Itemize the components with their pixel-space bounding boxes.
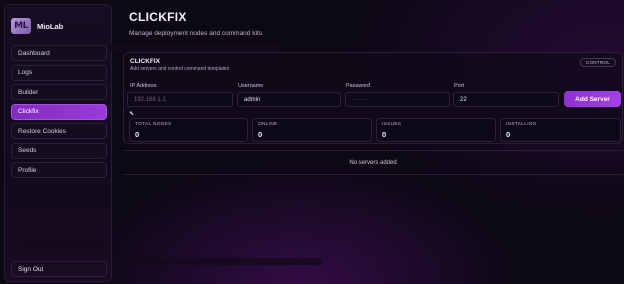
password-label: Password xyxy=(346,83,371,89)
page-title: CLICKFIX xyxy=(129,10,187,24)
stat-value: 0 xyxy=(258,130,263,139)
stat-total-nodes: TOTAL NODES 0 xyxy=(129,118,248,142)
empty-state: No servers added xyxy=(123,150,623,175)
ip-address-input[interactable]: 192.168.1.1 xyxy=(127,92,233,107)
panel-subtitle: Add servers and control command template… xyxy=(130,66,230,72)
stat-online: ONLINE 0 xyxy=(252,118,372,142)
redaction-bar xyxy=(112,258,322,265)
add-server-button[interactable]: Add Server xyxy=(564,91,621,107)
panel-title: CLICKFIX xyxy=(130,58,160,65)
control-badge: CONTROL xyxy=(579,58,616,67)
port-input[interactable]: 22 xyxy=(453,92,559,107)
sidebar-item-builder[interactable]: Builder xyxy=(11,84,107,100)
sidebar-item-restore-cookies[interactable]: Restore Cookies xyxy=(11,123,107,139)
sidebar-item-dashboard[interactable]: Dashboard xyxy=(11,45,107,61)
stat-value: 0 xyxy=(506,130,511,139)
sidebar-item-logs[interactable]: Logs xyxy=(11,64,107,81)
stat-installing: INSTALLING 0 xyxy=(500,118,621,142)
stat-label: INSTALLING xyxy=(506,122,537,127)
sign-out-button[interactable]: Sign Out xyxy=(11,261,107,277)
stat-value: 0 xyxy=(382,130,387,139)
username-label: Username xyxy=(238,83,264,89)
stat-issues: ISSUES 0 xyxy=(376,118,496,142)
stat-label: ISSUES xyxy=(382,122,402,127)
password-input[interactable]: ········ xyxy=(345,92,450,107)
sidebar-nav: Dashboard Logs Builder Clickfix Restore … xyxy=(11,45,107,182)
stat-label: TOTAL NODES xyxy=(135,122,172,127)
app-window: ML MioLab Dashboard Logs Builder Clickfi… xyxy=(0,0,624,284)
stat-value: 0 xyxy=(135,130,140,139)
brand: ML MioLab xyxy=(11,11,107,41)
sidebar-item-seeds[interactable]: Seeds xyxy=(11,142,107,159)
sidebar-item-profile[interactable]: Profile xyxy=(11,162,107,178)
stat-label: ONLINE xyxy=(258,122,278,127)
redaction-bar xyxy=(110,44,280,51)
ip-address-label: IP Address xyxy=(130,83,157,89)
sidebar-item-clickfix[interactable]: Clickfix xyxy=(11,103,107,120)
page-subtitle: Manage deployment nodes and command kits xyxy=(129,30,262,37)
brand-logo: ML xyxy=(11,18,31,34)
redaction-bar xyxy=(20,240,110,247)
port-label: Port xyxy=(454,83,465,89)
username-input[interactable]: admin xyxy=(237,92,341,107)
mouse-cursor-icon: ⬉ xyxy=(129,111,135,117)
brand-name: MioLab xyxy=(37,21,64,31)
server-panel: CLICKFIX Add servers and control command… xyxy=(123,52,623,144)
